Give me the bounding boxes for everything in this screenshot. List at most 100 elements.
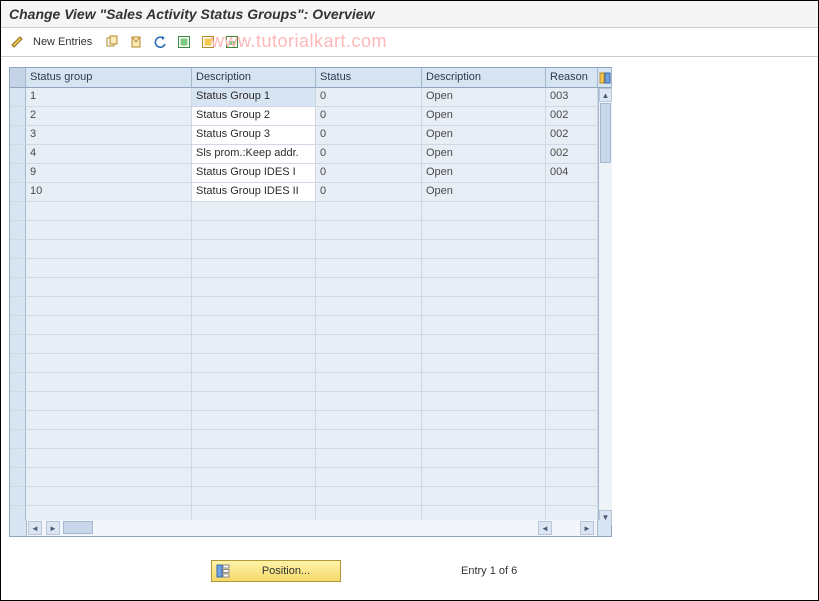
empty-cell[interactable]: [546, 468, 598, 487]
empty-cell[interactable]: [192, 468, 316, 487]
empty-cell[interactable]: [422, 278, 546, 297]
empty-cell[interactable]: [546, 316, 598, 335]
row-selector[interactable]: [10, 88, 26, 107]
scroll-right-icon-2[interactable]: ►: [580, 521, 594, 535]
empty-cell[interactable]: [422, 259, 546, 278]
empty-cell[interactable]: [192, 316, 316, 335]
row-selector[interactable]: [10, 335, 26, 354]
empty-cell[interactable]: [546, 335, 598, 354]
empty-cell[interactable]: [316, 278, 422, 297]
cell-reason[interactable]: 002: [546, 145, 598, 164]
row-selector[interactable]: [10, 126, 26, 145]
cell-reason[interactable]: [546, 183, 598, 202]
empty-cell[interactable]: [316, 430, 422, 449]
cell-status[interactable]: 0: [316, 126, 422, 145]
cell-description-1[interactable]: Sls prom.:Keep addr.: [192, 145, 316, 164]
empty-cell[interactable]: [26, 411, 192, 430]
row-selector[interactable]: [10, 259, 26, 278]
empty-cell[interactable]: [546, 259, 598, 278]
empty-cell[interactable]: [546, 392, 598, 411]
horizontal-scrollbar[interactable]: ◄ ► ◄ ►: [10, 520, 611, 536]
cell-status-group[interactable]: 10: [26, 183, 192, 202]
empty-cell[interactable]: [192, 430, 316, 449]
empty-cell[interactable]: [546, 430, 598, 449]
empty-cell[interactable]: [26, 221, 192, 240]
col-header-description-1[interactable]: Description: [192, 68, 316, 88]
row-selector[interactable]: [10, 468, 26, 487]
empty-cell[interactable]: [192, 373, 316, 392]
empty-cell[interactable]: [192, 411, 316, 430]
empty-cell[interactable]: [192, 392, 316, 411]
cell-status-group[interactable]: 4: [26, 145, 192, 164]
cell-status[interactable]: 0: [316, 88, 422, 107]
empty-cell[interactable]: [192, 240, 316, 259]
empty-cell[interactable]: [422, 221, 546, 240]
empty-cell[interactable]: [192, 259, 316, 278]
empty-cell[interactable]: [26, 316, 192, 335]
empty-cell[interactable]: [422, 392, 546, 411]
new-entries-button[interactable]: New Entries: [33, 36, 92, 48]
empty-cell[interactable]: [192, 354, 316, 373]
undo-icon[interactable]: [150, 32, 170, 52]
empty-cell[interactable]: [546, 221, 598, 240]
empty-cell[interactable]: [546, 240, 598, 259]
empty-cell[interactable]: [316, 354, 422, 373]
empty-cell[interactable]: [422, 240, 546, 259]
empty-cell[interactable]: [26, 487, 192, 506]
empty-cell[interactable]: [546, 297, 598, 316]
scroll-right-icon[interactable]: ►: [46, 521, 60, 535]
col-header-reason[interactable]: Reason: [546, 68, 598, 88]
scroll-left-icon-2[interactable]: ◄: [538, 521, 552, 535]
empty-cell[interactable]: [316, 316, 422, 335]
empty-cell[interactable]: [546, 354, 598, 373]
cell-status[interactable]: 0: [316, 107, 422, 126]
empty-cell[interactable]: [26, 373, 192, 392]
row-selector[interactable]: [10, 107, 26, 126]
cell-reason[interactable]: 003: [546, 88, 598, 107]
empty-cell[interactable]: [192, 449, 316, 468]
cell-description-1[interactable]: Status Group 2: [192, 107, 316, 126]
empty-cell[interactable]: [316, 373, 422, 392]
empty-cell[interactable]: [26, 392, 192, 411]
row-selector[interactable]: [10, 164, 26, 183]
scroll-up-icon[interactable]: ▲: [599, 88, 612, 102]
empty-cell[interactable]: [316, 221, 422, 240]
empty-cell[interactable]: [316, 335, 422, 354]
empty-cell[interactable]: [316, 411, 422, 430]
empty-cell[interactable]: [422, 297, 546, 316]
empty-cell[interactable]: [422, 202, 546, 221]
row-selector[interactable]: [10, 297, 26, 316]
empty-cell[interactable]: [316, 487, 422, 506]
row-selector[interactable]: [10, 221, 26, 240]
empty-cell[interactable]: [26, 449, 192, 468]
empty-cell[interactable]: [26, 335, 192, 354]
empty-cell[interactable]: [316, 392, 422, 411]
empty-cell[interactable]: [192, 221, 316, 240]
empty-cell[interactable]: [316, 240, 422, 259]
row-selector[interactable]: [10, 316, 26, 335]
empty-cell[interactable]: [546, 373, 598, 392]
col-header-description-2[interactable]: Description: [422, 68, 546, 88]
empty-cell[interactable]: [316, 449, 422, 468]
vertical-scrollbar[interactable]: ▲▼: [598, 88, 612, 525]
empty-cell[interactable]: [422, 468, 546, 487]
cell-description-1[interactable]: Status Group IDES I: [192, 164, 316, 183]
empty-cell[interactable]: [316, 202, 422, 221]
cell-status-group[interactable]: 2: [26, 107, 192, 126]
empty-cell[interactable]: [26, 259, 192, 278]
delete-icon[interactable]: [126, 32, 146, 52]
scroll-thumb-v[interactable]: [600, 103, 611, 163]
empty-cell[interactable]: [422, 354, 546, 373]
empty-cell[interactable]: [422, 487, 546, 506]
empty-cell[interactable]: [192, 202, 316, 221]
empty-cell[interactable]: [26, 202, 192, 221]
empty-cell[interactable]: [26, 297, 192, 316]
position-button[interactable]: Position...: [211, 560, 341, 582]
empty-cell[interactable]: [422, 316, 546, 335]
row-selector[interactable]: [10, 240, 26, 259]
col-header-status[interactable]: Status: [316, 68, 422, 88]
empty-cell[interactable]: [316, 297, 422, 316]
toggle-display-change-icon[interactable]: [7, 32, 27, 52]
cell-description-1[interactable]: Status Group 1: [192, 88, 316, 107]
empty-cell[interactable]: [192, 278, 316, 297]
